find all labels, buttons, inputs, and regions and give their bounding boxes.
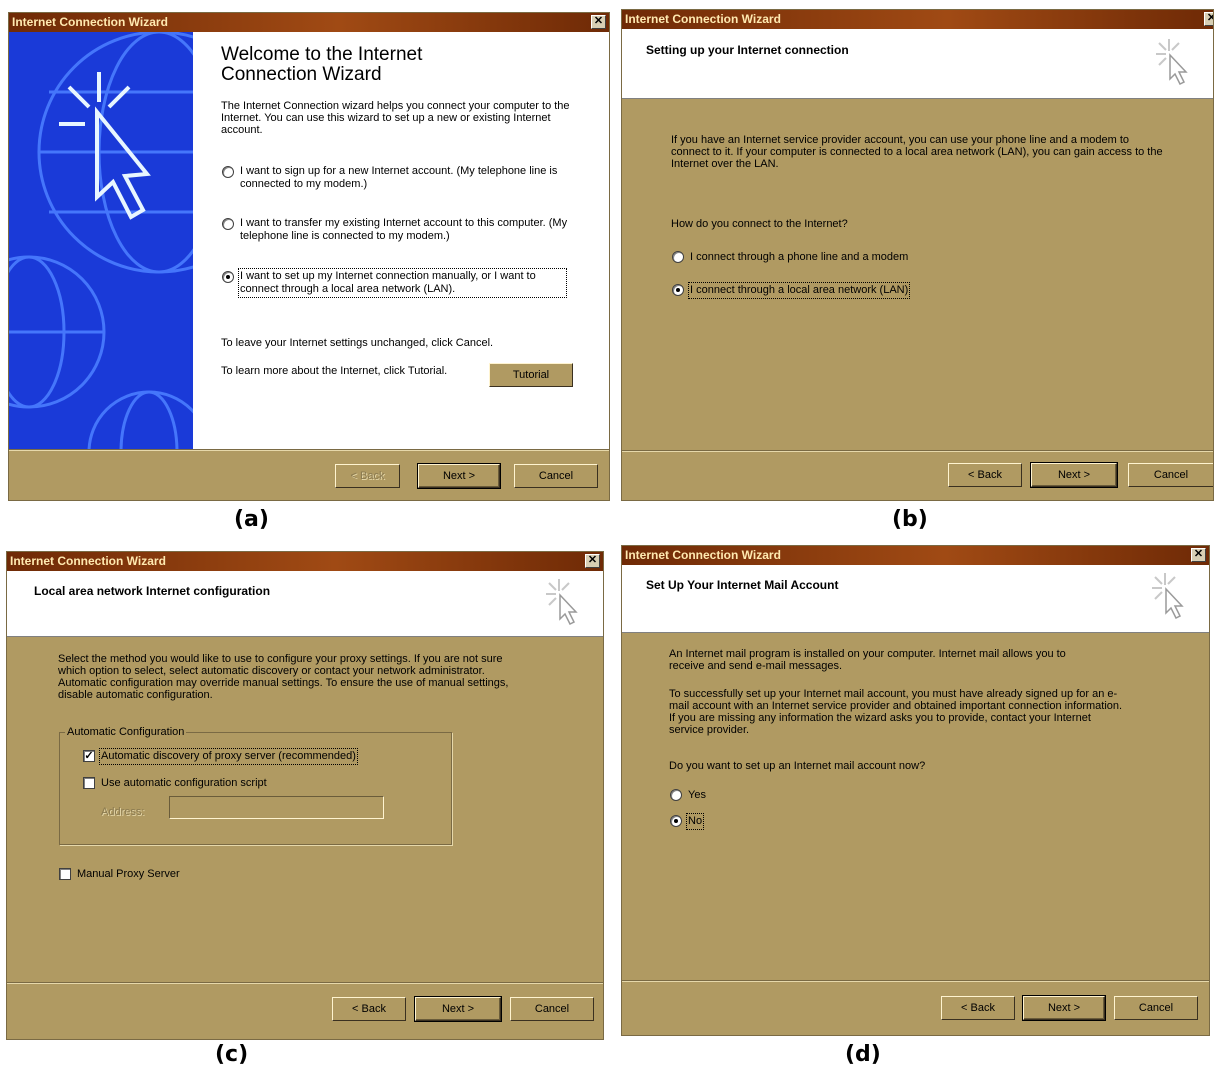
wizard-wand-icon <box>1156 39 1188 85</box>
close-icon[interactable]: ✕ <box>1204 12 1213 26</box>
caption-c: (c) <box>215 1042 249 1067</box>
window-title: Internet Connection Wizard <box>625 548 781 562</box>
radio-no[interactable] <box>670 815 682 827</box>
back-button[interactable]: < Back <box>332 997 406 1021</box>
option-phone-modem-label[interactable]: I connect through a phone line and a mod… <box>690 251 908 264</box>
yes-label[interactable]: Yes <box>688 789 706 802</box>
caption-b: (b) <box>892 507 928 532</box>
title-bar: Internet Connection Wizard <box>622 10 1213 29</box>
address-field <box>169 796 384 819</box>
title-bar: Internet Connection Wizard <box>7 552 603 571</box>
caption-a: (a) <box>234 507 269 532</box>
wizard-wand-icon <box>1152 573 1184 619</box>
option-new-account-label[interactable]: I want to sign up for a new Internet acc… <box>240 165 585 191</box>
cancel-button[interactable]: Cancel <box>514 464 598 488</box>
close-icon[interactable]: ✕ <box>585 554 600 568</box>
welcome-sidebar <box>9 32 193 449</box>
radio-yes[interactable] <box>670 789 682 801</box>
next-button[interactable]: Next > <box>414 996 502 1022</box>
radio-phone-modem[interactable] <box>672 251 684 263</box>
welcome-heading: Welcome to the Internet Connection Wizar… <box>221 45 422 85</box>
separator <box>9 449 609 451</box>
radio-new-account[interactable] <box>222 166 234 178</box>
option-transfer-account-label[interactable]: I want to transfer my existing Internet … <box>240 217 585 243</box>
cancel-button[interactable]: Cancel <box>510 997 594 1021</box>
wizard-window-c: Internet Connection Wizard ✕ Local area … <box>6 551 604 1040</box>
header-title: Setting up your Internet connection <box>646 43 849 57</box>
tutorial-button[interactable]: Tutorial <box>489 363 573 387</box>
title-bar: Internet Connection Wizard <box>622 546 1209 565</box>
intro-text: Select the method you would like to use … <box>58 653 509 701</box>
window-title: Internet Connection Wizard <box>12 15 168 29</box>
caption-d: (d) <box>845 1042 881 1067</box>
close-icon[interactable]: ✕ <box>591 15 606 29</box>
checkbox-auto-discovery[interactable]: ✓ <box>83 750 95 762</box>
header-panel: Set Up Your Internet Mail Account <box>622 565 1209 633</box>
question-text: Do you want to set up an Internet mail a… <box>669 760 926 772</box>
option-lan-label[interactable]: I connect through a local area network (… <box>687 282 911 299</box>
heading-line2: Connection Wizard <box>221 64 382 85</box>
radio-transfer-account[interactable] <box>222 218 234 230</box>
title-bar: Internet Connection Wizard <box>9 13 609 32</box>
globe-pointer-icon <box>9 32 193 449</box>
group-label: Automatic Configuration <box>65 726 187 738</box>
no-label[interactable]: No <box>685 813 705 830</box>
cancel-note: To leave your Internet settings unchange… <box>221 337 494 349</box>
checkbox-manual-proxy[interactable] <box>59 868 71 880</box>
cancel-button[interactable]: Cancel <box>1114 996 1198 1020</box>
header-panel: Local area network Internet configuratio… <box>7 571 603 637</box>
wizard-wand-icon <box>546 579 578 625</box>
header-title: Local area network Internet configuratio… <box>34 584 271 598</box>
separator <box>622 450 1213 452</box>
option-manual-setup-label[interactable]: I want to set up my Internet connection … <box>238 268 567 298</box>
tutorial-note: To learn more about the Internet, click … <box>221 365 448 377</box>
back-button[interactable]: < Back <box>948 463 1022 487</box>
next-button[interactable]: Next > <box>1030 462 1118 488</box>
wizard-window-d: Internet Connection Wizard ✕ Set Up Your… <box>621 545 1210 1036</box>
address-label: Address: <box>101 806 145 818</box>
wizard-window-a: Internet Connection Wizard ✕ Welcome to … <box>8 12 610 501</box>
window-title: Internet Connection Wizard <box>10 554 166 568</box>
back-button[interactable]: < Back <box>335 464 400 488</box>
radio-manual-setup[interactable] <box>222 271 234 283</box>
mail-requirements-text: To successfully set up your Internet mai… <box>669 688 1123 736</box>
checkbox-auto-script[interactable] <box>83 777 95 789</box>
intro-text: If you have an Internet service provider… <box>671 134 1163 170</box>
separator <box>622 980 1209 982</box>
heading-line1: Welcome to the Internet <box>221 44 423 65</box>
header-panel: Setting up your Internet connection <box>622 29 1213 99</box>
manual-proxy-label[interactable]: Manual Proxy Server <box>77 868 180 881</box>
next-button[interactable]: Next > <box>1022 995 1106 1021</box>
auto-script-label[interactable]: Use automatic configuration script <box>101 777 267 790</box>
auto-discovery-label[interactable]: Automatic discovery of proxy server (rec… <box>99 748 358 765</box>
radio-lan[interactable] <box>672 284 684 296</box>
back-button[interactable]: < Back <box>941 996 1015 1020</box>
header-title: Set Up Your Internet Mail Account <box>646 578 839 592</box>
mail-intro-text: An Internet mail program is installed on… <box>669 648 1066 672</box>
close-icon[interactable]: ✕ <box>1191 548 1206 562</box>
separator <box>7 982 603 984</box>
intro-text: The Internet Connection wizard helps you… <box>221 100 570 136</box>
wizard-window-b: Internet Connection Wizard ✕ Setting up … <box>621 9 1214 501</box>
cancel-button[interactable]: Cancel <box>1128 463 1213 487</box>
window-title: Internet Connection Wizard <box>625 12 781 26</box>
question-text: How do you connect to the Internet? <box>671 218 848 230</box>
next-button[interactable]: Next > <box>417 463 501 489</box>
